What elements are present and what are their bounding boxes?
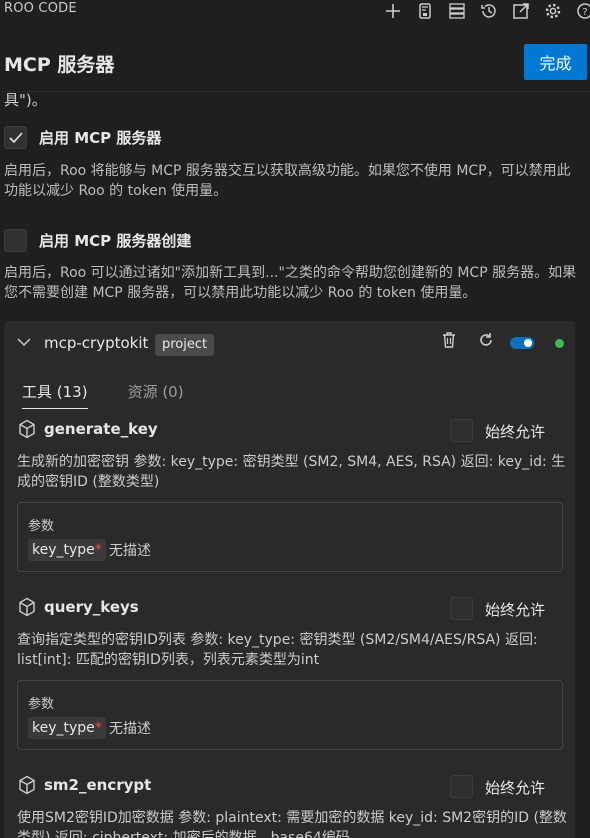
truncated-text: 具")。 <box>4 92 47 109</box>
param-name: key_type* <box>28 539 106 561</box>
params-box: 参数 key_type* 无描述 <box>17 680 563 750</box>
params-title: 参数 <box>28 519 55 534</box>
enable-mcp-desc: 启用后，Roo 将能够与 MCP 服务器交互以获取高级功能。如果您不使用 MCP… <box>4 163 571 199</box>
required-mark: * <box>94 720 102 736</box>
tool-name: query_keys <box>44 598 139 616</box>
title-bar: ROO CODE ? <box>0 0 590 22</box>
param-name-text: key_type <box>32 542 95 558</box>
toggle-knob <box>524 339 532 347</box>
always-allow-checkbox[interactable] <box>450 775 473 798</box>
server-header[interactable]: mcp-cryptokit project <box>4 321 575 367</box>
always-allow-checkbox[interactable] <box>450 419 473 442</box>
help-icon[interactable]: ? <box>574 0 590 22</box>
enable-mcp-checkbox[interactable] <box>4 126 27 149</box>
enable-mcp-row[interactable]: 启用 MCP 服务器 <box>4 126 161 149</box>
check-icon <box>8 131 23 143</box>
refresh-icon[interactable] <box>477 331 495 349</box>
enable-creation-row[interactable]: 启用 MCP 服务器创建 <box>4 229 191 252</box>
server-scope-badge: project <box>155 334 215 356</box>
tool-name: generate_key <box>44 420 158 438</box>
gear-icon[interactable] <box>542 0 564 22</box>
history-doc-icon[interactable] <box>414 0 436 22</box>
server-icon[interactable] <box>446 0 468 22</box>
popout-icon[interactable] <box>510 0 532 22</box>
server-enable-toggle[interactable] <box>510 337 534 349</box>
tool-name: sm2_encrypt <box>44 776 152 794</box>
settings-content: 具")。 启用 MCP 服务器 启用后，Roo 将能够与 MCP 服务器交互以获… <box>0 92 590 838</box>
svg-text:?: ? <box>582 7 587 18</box>
enable-creation-checkbox[interactable] <box>4 229 27 252</box>
done-button[interactable]: 完成 <box>524 44 587 80</box>
toolbar: ? <box>382 0 590 22</box>
page-header: MCP 服务器 完成 <box>0 36 590 92</box>
trash-icon[interactable] <box>441 331 457 349</box>
params-title: 参数 <box>28 697 55 712</box>
tab-tools[interactable]: 工具 (13) <box>22 381 88 409</box>
always-allow-label: 始终允许 <box>485 423 546 441</box>
plus-icon[interactable] <box>382 0 404 22</box>
server-card: mcp-cryptokit project 工具 (13) 资源 (0) gen… <box>4 321 575 838</box>
always-allow-label: 始终允许 <box>485 779 546 797</box>
tab-resources[interactable]: 资源 (0) <box>128 381 184 409</box>
param-name-text: key_type <box>32 720 95 736</box>
param-description: 无描述 <box>109 543 151 559</box>
always-allow-checkbox[interactable] <box>450 597 473 620</box>
enable-creation-desc: 启用后，Roo 可以通过诸如"添加新工具到..."之类的命令帮助您创建新的 MC… <box>4 265 577 301</box>
page-title: MCP 服务器 <box>4 54 115 76</box>
tool-description: 生成新的加密密钥 参数: key_type: 密钥类型 (SM2, SM4, A… <box>17 454 566 490</box>
tool-description: 使用SM2密钥ID加密数据 参数: plaintext: 需要加密的数据 key… <box>17 810 567 838</box>
history-icon[interactable] <box>478 0 500 22</box>
enable-mcp-label: 启用 MCP 服务器 <box>39 129 162 147</box>
params-box: 参数 key_type* 无描述 <box>17 502 563 572</box>
cube-icon <box>19 775 35 795</box>
param-name: key_type* <box>28 717 106 739</box>
always-allow-label: 始终允许 <box>485 601 546 619</box>
cube-icon <box>19 419 35 439</box>
required-mark: * <box>94 542 102 558</box>
server-status-indicator <box>555 339 564 348</box>
tool-description: 查询指定类型的密钥ID列表 参数: key_type: 密钥类型 (SM2/SM… <box>17 632 538 668</box>
app-title: ROO CODE <box>4 1 77 16</box>
enable-creation-label: 启用 MCP 服务器创建 <box>39 232 192 250</box>
param-description: 无描述 <box>109 721 151 737</box>
server-tabs: 工具 (13) 资源 (0) <box>22 381 224 409</box>
chevron-down-icon[interactable] <box>16 334 32 350</box>
cube-icon <box>19 597 35 617</box>
server-name: mcp-cryptokit <box>44 334 149 352</box>
